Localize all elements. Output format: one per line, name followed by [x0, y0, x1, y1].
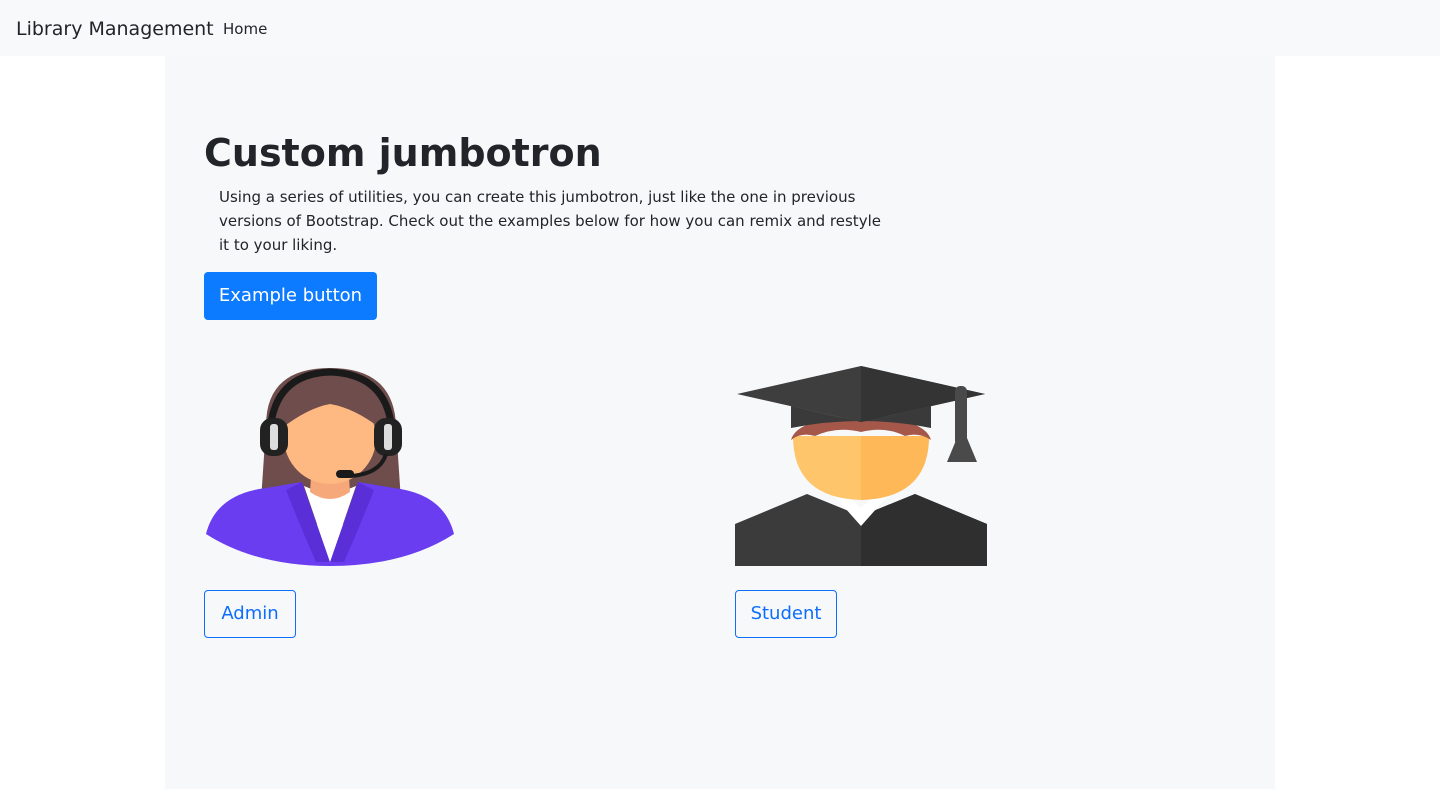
- jumbotron-lead: Using a series of utilities, you can cre…: [219, 188, 881, 254]
- example-button[interactable]: Example button: [204, 272, 377, 320]
- nav-link-home[interactable]: Home: [223, 18, 267, 40]
- navbar: Library Management Home: [0, 0, 1440, 56]
- jumbotron-title: Custom jumbotron: [204, 131, 602, 175]
- jumbotron: Custom jumbotron Using a series of utili…: [165, 56, 1275, 789]
- navbar-brand[interactable]: Library Management: [16, 16, 214, 42]
- student-graduate-icon: [735, 366, 987, 566]
- student-button[interactable]: Student: [735, 590, 837, 638]
- admin-avatar-icon: [204, 366, 456, 566]
- admin-button[interactable]: Admin: [204, 590, 296, 638]
